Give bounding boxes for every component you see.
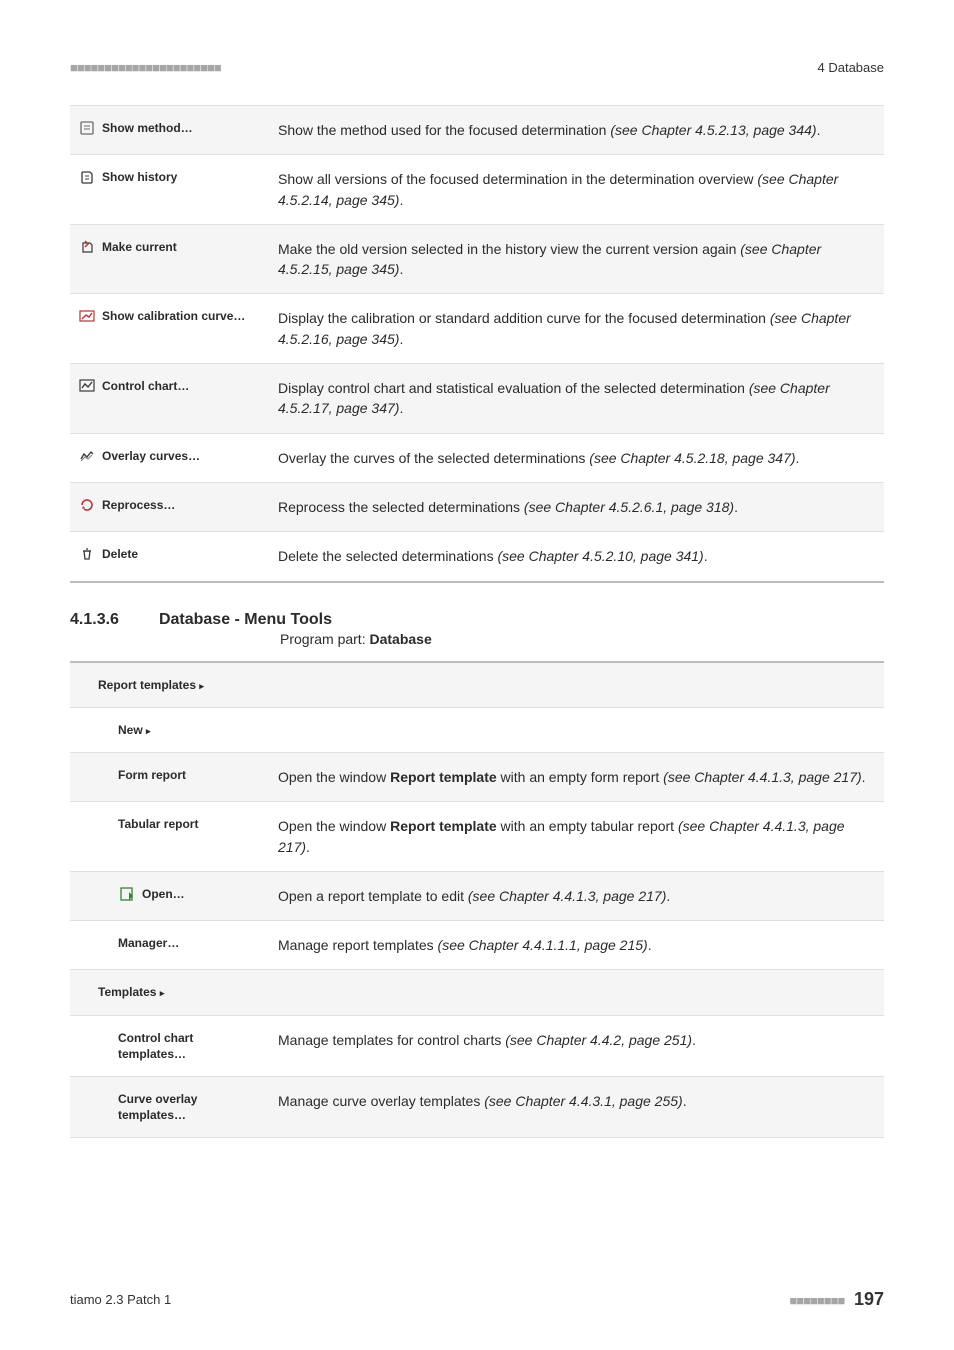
program-part-value: Database <box>369 631 431 647</box>
section-title: Database - Menu Tools <box>159 611 332 629</box>
menu-description: Make the old version selected in the his… <box>250 239 884 280</box>
menu-label-text: Manager… <box>118 935 179 951</box>
menu-label: Control chart… <box>70 378 250 394</box>
open-icon <box>118 886 136 902</box>
menu-row: Show history Show all versions of the foc… <box>70 155 884 225</box>
menu-row: Delete Delete the selected determinations… <box>70 532 884 582</box>
menu-description: Show the method used for the focused det… <box>250 120 884 140</box>
footer-ornament: ■■■■■■■■ <box>790 1293 845 1308</box>
menu-row: Manager… Manage report templates (see Cha… <box>70 921 884 970</box>
menu-label-text: Make current <box>102 239 177 255</box>
menu-row: Show method… Show the method used for the… <box>70 106 884 155</box>
menu-label-text: Show history <box>102 169 177 185</box>
menu-label-text: Show calibration curve… <box>102 308 245 324</box>
program-part-label: Program part: <box>280 631 369 647</box>
menu-row: Form report Open the window Report templa… <box>70 753 884 802</box>
menu-description: Manage templates for control charts (see… <box>250 1030 884 1050</box>
menu-table-1: Show method… Show the method used for the… <box>70 105 884 583</box>
reprocess-icon <box>78 497 96 513</box>
menu-label-text: Form report <box>118 767 186 783</box>
menu-row: New ▸ <box>70 708 884 753</box>
menu-label-text: Control chart templates… <box>118 1030 250 1062</box>
menu-description: Display control chart and statistical ev… <box>250 378 884 419</box>
calibration-icon <box>78 308 96 324</box>
page-footer: tiamo 2.3 Patch 1 ■■■■■■■■ 197 <box>70 1289 884 1310</box>
menu-description: Manage report templates (see Chapter 4.4… <box>250 935 884 955</box>
menu-description: Open the window Report template with an … <box>250 816 884 857</box>
delete-icon <box>78 546 96 562</box>
menu-label-text: Report templates ▸ <box>98 677 204 693</box>
menu-row: Control chart… Display control chart and … <box>70 364 884 434</box>
chart-icon <box>78 378 96 394</box>
menu-description: Delete the selected determinations (see … <box>250 546 884 566</box>
menu-description: Overlay the curves of the selected deter… <box>250 448 884 468</box>
menu-description: Manage curve overlay templates (see Chap… <box>250 1091 884 1111</box>
menu-row: Curve overlay templates…Manage curve ove… <box>70 1077 884 1138</box>
section-number: 4.1.3.6 <box>70 611 119 629</box>
menu-label-text: Tabular report <box>118 816 198 832</box>
menu-row: Control chart templates…Manage templates… <box>70 1016 884 1077</box>
menu-row: Make current Make the old version selecte… <box>70 225 884 295</box>
overlay-icon <box>78 448 96 464</box>
menu-label: Control chart templates… <box>70 1030 250 1062</box>
menu-label: Curve overlay templates… <box>70 1091 250 1123</box>
menu-label-text: Curve overlay templates… <box>118 1091 250 1123</box>
menu-label: Overlay curves… <box>70 448 250 464</box>
menu-label: Make current <box>70 239 250 255</box>
menu-label: Manager… <box>70 935 250 951</box>
menu-description: Display the calibration or standard addi… <box>250 308 884 349</box>
header-ornament: ■■■■■■■■■■■■■■■■■■■■■■ <box>70 60 221 75</box>
menu-description: Open the window Report template with an … <box>250 767 884 787</box>
menu-label: Reprocess… <box>70 497 250 513</box>
footer-left: tiamo 2.3 Patch 1 <box>70 1292 171 1307</box>
menu-row: Templates ▸ <box>70 970 884 1015</box>
menu-label: Show history <box>70 169 250 185</box>
menu-label: Open… <box>70 886 250 902</box>
menu-label: Tabular report <box>70 816 250 832</box>
page-header: ■■■■■■■■■■■■■■■■■■■■■■ 4 Database <box>70 60 884 75</box>
menu-label-text: Reprocess… <box>102 497 175 513</box>
menu-label: New ▸ <box>70 722 250 738</box>
menu-label-text: New ▸ <box>118 722 151 738</box>
menu-row: Tabular report Open the window Report tem… <box>70 802 884 872</box>
menu-label: Delete <box>70 546 250 562</box>
method-icon <box>78 120 96 136</box>
menu-row: Show calibration curve… Display the calib… <box>70 294 884 364</box>
program-part-line: Program part: Database <box>280 631 884 647</box>
menu-table-2: Report templates ▸ New ▸ Form report Open t… <box>70 661 884 1139</box>
section-heading: 4.1.3.6 Database - Menu Tools <box>70 611 884 629</box>
menu-label: Report templates ▸ <box>70 677 250 693</box>
page: ■■■■■■■■■■■■■■■■■■■■■■ 4 Database Show m… <box>0 0 954 1350</box>
menu-label: Show method… <box>70 120 250 136</box>
menu-label-text: Open… <box>142 886 185 902</box>
menu-label: Form report <box>70 767 250 783</box>
menu-description: Reprocess the selected determinations (s… <box>250 497 884 517</box>
menu-description: Show all versions of the focused determi… <box>250 169 884 210</box>
footer-page-number: 197 <box>854 1289 884 1309</box>
menu-label: Show calibration curve… <box>70 308 250 324</box>
menu-row: Report templates ▸ <box>70 663 884 708</box>
menu-label-text: Control chart… <box>102 378 189 394</box>
make-current-icon <box>78 239 96 255</box>
menu-label-text: Delete <box>102 546 138 562</box>
menu-row: Open… Open a report template to edit (see… <box>70 872 884 921</box>
menu-label: Templates ▸ <box>70 984 250 1000</box>
header-section: 4 Database <box>818 60 885 75</box>
menu-label-text: Overlay curves… <box>102 448 200 464</box>
menu-label-text: Templates ▸ <box>98 984 164 1000</box>
menu-description: Open a report template to edit (see Chap… <box>250 886 884 906</box>
menu-row: Reprocess… Reprocess the selected determi… <box>70 483 884 532</box>
footer-right: ■■■■■■■■ 197 <box>790 1289 885 1310</box>
menu-row: Overlay curves… Overlay the curves of the… <box>70 434 884 483</box>
menu-label-text: Show method… <box>102 120 193 136</box>
history-icon <box>78 169 96 185</box>
